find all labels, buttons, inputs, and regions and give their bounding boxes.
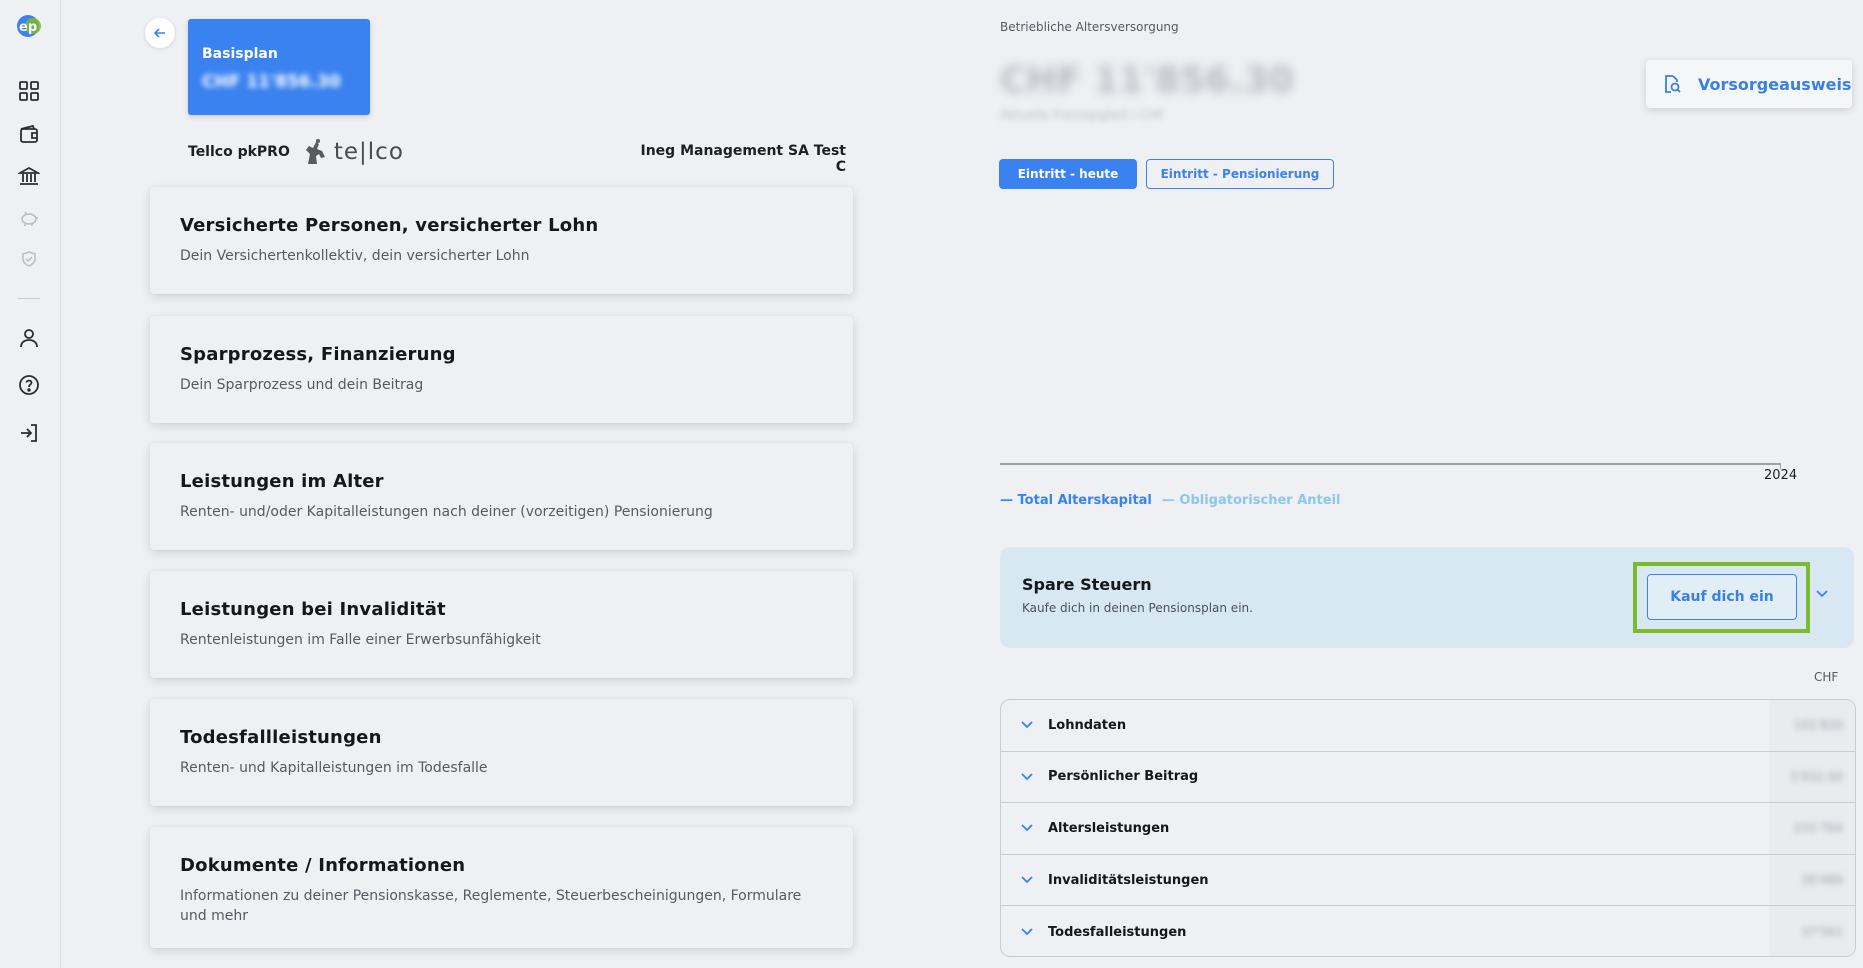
section-card-versicherte[interactable]: Versicherte Personen, versicherter Lohn … <box>150 187 853 294</box>
spare-steuern-box: Spare Steuern Kaufe dich in deinen Pensi… <box>1000 547 1854 648</box>
section-card-todesfall[interactable]: Todesfallleistungen Renten- und Kapitall… <box>150 699 853 806</box>
accordion-list: Lohndaten 101'820 Persönlicher Beitrag 5… <box>1000 699 1856 957</box>
vorsorgeausweis-button[interactable]: Vorsorgeausweis <box>1646 60 1852 108</box>
chevron-down-icon <box>1018 871 1036 889</box>
accordion-value: 37'561 <box>1801 925 1843 940</box>
section-subtitle: Informationen zu deiner Pensionskasse, R… <box>180 888 802 924</box>
section-title: Dokumente / Informationen <box>180 855 466 876</box>
company-name: Ineg Management SA Test C <box>640 143 847 175</box>
accordion-label: Todesfalleistungen <box>1048 924 1187 940</box>
accordion-row-lohndaten[interactable]: Lohndaten 101'820 <box>1001 700 1855 752</box>
chart-axis <box>1000 463 1781 465</box>
tellco-logo: te|lco <box>300 138 404 166</box>
vorsorgeausweis-label: Vorsorgeausweis <box>1698 74 1852 94</box>
chevron-down-icon <box>1018 923 1036 941</box>
chart-legend: — Total Alterskapital — Obligatorischer … <box>1000 493 1341 508</box>
arrow-left-icon <box>153 28 165 38</box>
section-title: Leistungen bei Invalidität <box>180 599 446 620</box>
summary-amount-sub: Aktuelle Freizügigkeit / CHF <box>1000 108 1165 122</box>
kauf-dich-ein-button[interactable]: Kauf dich ein <box>1647 574 1797 620</box>
section-card-invaliditaet[interactable]: Leistungen bei Invalidität Rentenleistun… <box>150 571 853 678</box>
accordion-row-invaliditaetsleistungen[interactable]: Invaliditätsleistungen 30'489 <box>1001 854 1855 907</box>
tax-subtitle: Kaufe dich in deinen Pensionsplan ein. <box>1022 601 1253 615</box>
sidebar: ep <box>0 0 61 968</box>
section-card-sparprozess[interactable]: Sparprozess, Finanzierung Dein Sparproze… <box>150 316 853 423</box>
section-subtitle: Rentenleistungen im Falle einer Erwerbsu… <box>180 632 541 648</box>
plan-amount: CHF 11'856.30 <box>202 72 341 92</box>
chart-year-label: 2024 <box>1764 468 1798 483</box>
accordion-label: Altersleistungen <box>1048 820 1170 836</box>
accordion-value: 30'489 <box>1801 873 1843 888</box>
section-card-leistungen-alter[interactable]: Leistungen im Alter Renten- und/oder Kap… <box>150 443 853 550</box>
section-title: Versicherte Personen, versicherter Lohn <box>180 215 599 236</box>
grid-icon[interactable] <box>16 78 42 104</box>
section-subtitle: Renten- und/oder Kapitalleistungen nach … <box>180 504 713 520</box>
logout-icon[interactable] <box>16 420 42 446</box>
section-title: Todesfallleistungen <box>180 727 382 748</box>
accordion-label: Invaliditätsleistungen <box>1048 872 1209 888</box>
accordion-label: Persönlicher Beitrag <box>1048 769 1199 785</box>
accordion-value: 5'932.00 <box>1790 769 1843 784</box>
app-logo[interactable]: ep <box>14 14 42 38</box>
wallet-icon[interactable] <box>16 121 42 147</box>
summary-label: Betriebliche Altersversorgung <box>1000 20 1179 34</box>
help-icon[interactable] <box>16 372 42 398</box>
document-search-icon <box>1665 75 1681 93</box>
provider-name: Tellco pkPRO <box>188 144 290 160</box>
legend-obligatorisch[interactable]: — Obligatorischer Anteil <box>1162 493 1341 508</box>
horse-rider-icon <box>305 139 325 164</box>
tab-eintritt-heute[interactable]: Eintritt - heute <box>999 159 1137 189</box>
tellco-wordmark: te|lco <box>333 139 404 165</box>
plan-title: Basisplan <box>202 46 278 62</box>
summary-amount: CHF 11'856.30 <box>1000 60 1294 101</box>
user-icon[interactable] <box>16 325 42 351</box>
accordion-value: 101'820 <box>1793 718 1843 733</box>
section-subtitle: Dein Sparprozess und dein Beitrag <box>180 377 424 393</box>
chevron-down-icon <box>1018 716 1036 734</box>
section-title: Sparprozess, Finanzierung <box>180 344 456 365</box>
legend-total[interactable]: — Total Alterskapital <box>1000 493 1152 508</box>
bank-icon[interactable] <box>16 163 42 189</box>
plan-card[interactable]: Basisplan CHF 11'856.30 <box>188 19 370 115</box>
chevron-down-icon <box>1018 819 1036 837</box>
section-subtitle: Renten- und Kapitalleistungen im Todesfa… <box>180 760 488 776</box>
accordion-row-altersleistungen[interactable]: Altersleistungen 231'764 <box>1001 803 1855 855</box>
currency-label: CHF <box>1814 670 1839 684</box>
piggy-bank-icon <box>16 205 42 231</box>
back-button[interactable] <box>145 18 175 48</box>
svg-text:ep: ep <box>19 20 37 35</box>
tax-title: Spare Steuern <box>1022 575 1152 594</box>
tab-eintritt-pensionierung[interactable]: Eintritt - Pensionierung <box>1146 159 1334 189</box>
provider: Tellco pkPRO te|lco <box>188 138 404 166</box>
accordion-value: 231'764 <box>1793 821 1843 836</box>
accordion-label: Lohndaten <box>1048 717 1127 733</box>
accordion-row-todesfalleistungen[interactable]: Todesfalleistungen 37'561 <box>1001 906 1855 956</box>
section-subtitle: Dein Versichertenkollektiv, dein versich… <box>180 248 530 264</box>
accordion-row-persoenlicher-beitrag[interactable]: Persönlicher Beitrag 5'932.00 <box>1001 751 1855 804</box>
section-card-dokumente[interactable]: Dokumente / Informationen Informationen … <box>150 827 853 948</box>
sidebar-divider <box>18 298 40 299</box>
chevron-down-icon <box>1018 768 1036 786</box>
shield-icon <box>16 246 42 272</box>
chevron-down-icon[interactable] <box>1811 583 1833 605</box>
section-title: Leistungen im Alter <box>180 471 384 492</box>
